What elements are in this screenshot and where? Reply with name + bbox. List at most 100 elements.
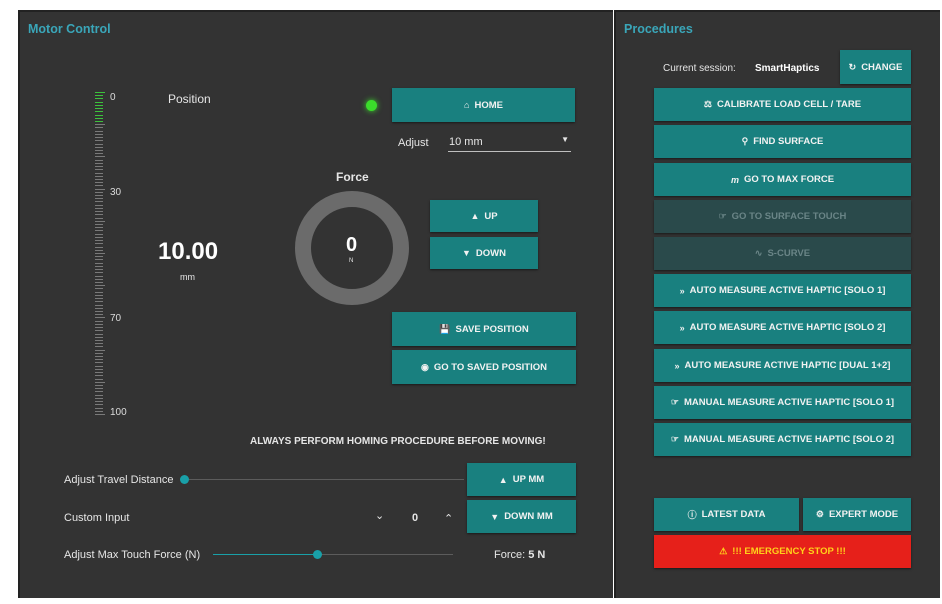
- max-force-thumb[interactable]: [313, 550, 322, 559]
- ruler-tick: [95, 294, 103, 296]
- position-unit: mm: [180, 272, 195, 282]
- up-mm-button[interactable]: ▲ UP MM: [467, 463, 576, 496]
- ruler-tick: [95, 227, 103, 229]
- ruler-tick: [95, 175, 103, 177]
- up-button[interactable]: ▲ UP: [430, 200, 538, 232]
- ruler-tick: [95, 317, 105, 319]
- ruler-tick: [95, 356, 103, 358]
- go-to-max-force-button[interactable]: m GO TO MAX FORCE: [654, 163, 911, 196]
- ruler-tick: [95, 159, 103, 161]
- down-mm-button[interactable]: ▼ DOWN MM: [467, 500, 576, 533]
- ruler-tick: [95, 101, 103, 103]
- ruler-tick: [95, 204, 103, 206]
- manual-measure-solo1-button[interactable]: ☞ MANUAL MEASURE ACTIVE HAPTIC [SOLO 1]: [654, 386, 911, 419]
- ruler-tick: [95, 233, 103, 235]
- ruler-tick: [95, 246, 103, 248]
- ruler-tick: [95, 307, 103, 309]
- s-curve-button[interactable]: ∿ S-CURVE: [654, 237, 911, 270]
- ruler-tick: [95, 140, 103, 142]
- binoculars-icon: ◉: [421, 361, 429, 372]
- adjust-label: Adjust: [398, 137, 429, 149]
- position-ruler: [95, 92, 105, 415]
- warning-triangle-icon: ⚠: [719, 546, 728, 556]
- hand-pointer-icon: ☞: [670, 434, 679, 444]
- ruler-tick: [95, 388, 103, 390]
- ruler-tick: [95, 397, 103, 399]
- save-position-button[interactable]: 💾 SAVE POSITION: [392, 312, 576, 346]
- ruler-tick: [95, 259, 103, 261]
- ruler-tick: [95, 288, 103, 290]
- mass-m-icon: m: [730, 174, 739, 185]
- auto-measure-solo2-button[interactable]: » AUTO MEASURE ACTIVE HAPTIC [SOLO 2]: [654, 311, 911, 344]
- ruler-tick: [95, 130, 103, 132]
- ruler-tick: [95, 98, 103, 100]
- double-chevron-down-icon: »: [674, 360, 680, 371]
- info-circle-icon: ⓘ: [687, 510, 697, 520]
- ruler-tick: [95, 346, 103, 348]
- adjust-select[interactable]: 10 mm ▼: [448, 133, 571, 152]
- custom-input-label: Custom Input: [64, 512, 130, 524]
- expert-mode-button[interactable]: ⚙ EXPERT MODE: [803, 498, 911, 531]
- search-icon: ⚲: [741, 136, 749, 146]
- ruler-tick: [95, 391, 103, 393]
- position-label: Position: [168, 92, 211, 106]
- auto-measure-solo1-button[interactable]: » AUTO MEASURE ACTIVE HAPTIC [SOLO 1]: [654, 274, 911, 307]
- travel-distance-thumb[interactable]: [180, 475, 189, 484]
- ruler-tick: [95, 310, 103, 312]
- ruler-tick: [95, 372, 103, 374]
- ruler-tick: [95, 368, 103, 370]
- procedures-title: Procedures: [624, 22, 693, 36]
- ruler-tick: [95, 224, 103, 226]
- ruler-label-0: 0: [110, 92, 116, 103]
- arrow-up-circle-icon: ▲: [470, 211, 480, 221]
- ruler-tick: [95, 256, 103, 258]
- down-button[interactable]: ▼ DOWN: [430, 237, 538, 269]
- ruler-tick: [95, 314, 103, 316]
- refresh-icon: ↻: [848, 61, 857, 72]
- home-button[interactable]: ⌂ HOME: [392, 88, 575, 122]
- session-label: Current session:: [663, 63, 736, 74]
- ruler-tick: [95, 133, 103, 135]
- ruler-tick: [95, 188, 105, 190]
- ruler-tick: [95, 410, 103, 412]
- ruler-tick: [95, 336, 103, 338]
- change-session-button[interactable]: ↻ CHANGE: [840, 50, 911, 84]
- ruler-tick: [95, 359, 103, 361]
- latest-data-button[interactable]: ⓘ LATEST DATA: [654, 498, 799, 531]
- ruler-tick: [95, 365, 103, 367]
- go-to-saved-position-button[interactable]: ◉ GO TO SAVED POSITION: [392, 350, 576, 384]
- force-value: 0: [346, 234, 358, 256]
- ruler-tick: [95, 339, 103, 341]
- decrement-chevron-icon[interactable]: ⌄: [375, 509, 384, 522]
- go-to-surface-touch-button[interactable]: ☞ GO TO SURFACE TOUCH: [654, 200, 911, 233]
- force-label: Force: [336, 170, 369, 184]
- auto-measure-dual-button[interactable]: » AUTO MEASURE ACTIVE HAPTIC [DUAL 1+2]: [654, 349, 911, 382]
- manual-measure-solo2-button[interactable]: ☞ MANUAL MEASURE ACTIVE HAPTIC [SOLO 2]: [654, 423, 911, 456]
- dropdown-caret-icon: ▼: [561, 135, 569, 144]
- ruler-tick: [95, 156, 105, 158]
- max-force-fill: [213, 554, 316, 555]
- ruler-tick: [95, 143, 103, 145]
- ruler-tick: [95, 262, 103, 264]
- ruler-tick: [95, 362, 103, 364]
- ruler-tick: [95, 117, 103, 119]
- ruler-tick: [95, 120, 103, 122]
- double-chevron-down-icon: »: [679, 285, 685, 296]
- emergency-stop-button[interactable]: ⚠ !!! EMERGENCY STOP !!!: [654, 535, 911, 568]
- ruler-tick: [95, 146, 103, 148]
- custom-input-value[interactable]: 0: [412, 512, 418, 524]
- ruler-tick: [95, 198, 103, 200]
- ruler-tick: [95, 285, 105, 287]
- calibrate-load-cell-button[interactable]: ⚖ CALIBRATE LOAD CELL / TARE: [654, 88, 911, 121]
- max-force-label: Adjust Max Touch Force (N): [64, 549, 201, 561]
- ruler-tick: [95, 343, 103, 345]
- ruler-tick: [95, 352, 103, 354]
- ruler-label-30: 30: [110, 187, 122, 198]
- increment-chevron-icon[interactable]: ⌃: [444, 512, 453, 525]
- ruler-tick: [95, 407, 103, 409]
- arrow-down-circle-icon: ▼: [490, 511, 500, 522]
- ruler-label-100: 100: [110, 407, 127, 418]
- ruler-tick: [95, 191, 103, 193]
- force-readout: Force: 5 N: [494, 549, 546, 561]
- find-surface-button[interactable]: ⚲ FIND SURFACE: [654, 125, 911, 158]
